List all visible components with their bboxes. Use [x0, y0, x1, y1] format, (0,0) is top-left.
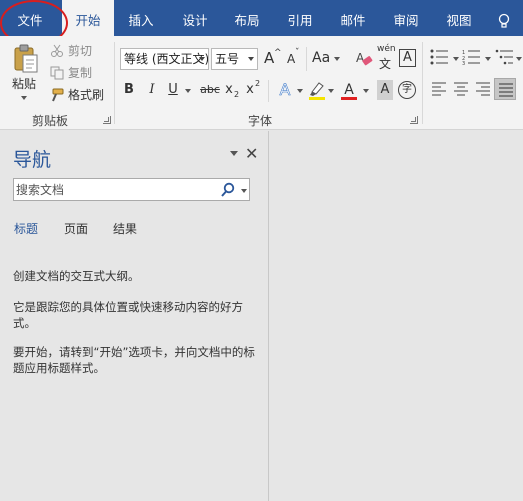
nav-message-outline: 创建文档的交互式大纲。 — [13, 269, 140, 283]
multilevel-list-icon[interactable] — [495, 49, 515, 65]
font-color-swatch — [341, 97, 357, 100]
nav-tab-pages[interactable]: 页面 — [64, 220, 88, 237]
underline-button[interactable]: U — [166, 80, 180, 100]
character-border-button[interactable]: A — [399, 49, 416, 67]
search-input[interactable] — [16, 180, 212, 199]
shrink-font-button[interactable]: A — [287, 51, 295, 67]
chevron-down-icon — [248, 57, 254, 61]
paste-dropdown-icon[interactable] — [21, 96, 27, 100]
tab-insert[interactable]: 插入 — [116, 0, 166, 36]
chevron-down-icon[interactable] — [297, 89, 303, 93]
chevron-down-icon[interactable] — [516, 57, 522, 61]
subscript-mark: 2 — [234, 90, 240, 99]
tab-design[interactable]: 设计 — [170, 0, 220, 36]
tab-review[interactable]: 审阅 — [381, 0, 431, 36]
align-left-icon[interactable] — [431, 82, 447, 96]
search-options-chevron-down-icon[interactable] — [241, 189, 247, 193]
font-name-value: 等线 (西文正文) — [124, 52, 209, 66]
align-center-icon[interactable] — [453, 82, 469, 96]
group-divider — [306, 47, 307, 71]
font-name-select[interactable]: 等线 (西文正文) — [120, 48, 209, 70]
clear-formatting-icon[interactable]: A — [355, 50, 373, 68]
highlighter-icon[interactable] — [308, 80, 326, 100]
font-size-select[interactable]: 五号 — [211, 48, 258, 70]
chevron-down-icon[interactable] — [334, 57, 340, 61]
ribbon-home: 粘贴 剪切 复制 格式刷 剪贴板 等线 (西文正文) 五号 A ^ A ˇ Aa… — [0, 36, 523, 130]
caret-down-icon: ˇ — [295, 48, 300, 58]
bold-button[interactable]: B — [122, 80, 136, 100]
search-icon[interactable] — [220, 182, 236, 198]
tab-references[interactable]: 引用 — [275, 0, 325, 36]
tab-home[interactable]: 开始 — [62, 0, 114, 38]
superscript-button[interactable]: x — [245, 80, 255, 100]
svg-text:3: 3 — [462, 61, 465, 65]
nav-tab-results[interactable]: 结果 — [113, 220, 137, 237]
justify-button[interactable] — [494, 78, 516, 100]
phonetic-guide-pinyin: wén — [377, 44, 396, 54]
navigation-pane: 导航 ✕ 标题 页面 结果 创建文档的交互式大纲。 它是跟踪您的具体位置或快速移… — [0, 131, 269, 501]
pane-options-chevron-down-icon[interactable] — [230, 151, 238, 156]
close-icon[interactable]: ✕ — [245, 144, 258, 163]
justify-icon — [499, 83, 513, 97]
nav-message-tracking: 它是跟踪您的具体位置或快速移动内容的好方式。 — [13, 300, 243, 330]
underline-dropdown-icon[interactable] — [185, 89, 191, 93]
superscript-mark: 2 — [255, 79, 261, 88]
group-divider — [422, 42, 423, 124]
paste-button[interactable]: 粘贴 — [12, 76, 36, 92]
cut-icon — [51, 44, 63, 57]
group-divider — [268, 80, 269, 102]
copy-icon — [50, 66, 64, 80]
caret-up-icon: ^ — [274, 48, 282, 58]
cut-button[interactable]: 剪切 — [68, 43, 92, 59]
tab-mailings[interactable]: 邮件 — [328, 0, 378, 36]
align-right-icon[interactable] — [475, 82, 491, 96]
tab-file[interactable]: 文件 — [0, 0, 60, 36]
subscript-button[interactable]: x — [224, 80, 234, 100]
font-dialog-launcher-icon[interactable] — [410, 116, 418, 124]
change-case-button[interactable]: Aa — [312, 50, 330, 66]
paste-icon[interactable] — [12, 44, 40, 74]
ribbon-tab-bar: 文件 开始 插入 设计 布局 引用 邮件 审阅 视图 — [0, 0, 523, 38]
document-area[interactable] — [270, 131, 523, 501]
chevron-down-icon[interactable] — [485, 57, 491, 61]
chevron-down-icon[interactable] — [453, 57, 459, 61]
phonetic-guide-button[interactable]: 文 — [379, 56, 391, 72]
numbering-icon[interactable]: 123 — [462, 49, 482, 65]
search-box — [13, 178, 250, 201]
nav-tab-headings[interactable]: 标题 — [14, 220, 38, 237]
text-effects-button[interactable]: A — [277, 80, 293, 100]
chevron-down-icon[interactable] — [363, 89, 369, 93]
tab-view[interactable]: 视图 — [434, 0, 484, 36]
font-group-label: 字体 — [248, 114, 273, 128]
clipboard-dialog-launcher-icon[interactable] — [103, 116, 111, 124]
format-painter-button[interactable]: 格式刷 — [68, 87, 104, 103]
strikethrough-button[interactable]: abc — [200, 80, 220, 100]
character-shading-button[interactable]: A — [377, 80, 393, 100]
clipboard-group-label: 剪贴板 — [32, 114, 69, 128]
copy-button[interactable]: 复制 — [68, 65, 92, 81]
chevron-down-icon[interactable] — [328, 89, 334, 93]
font-size-value: 五号 — [215, 52, 240, 66]
enclose-characters-button[interactable]: 字 — [398, 81, 416, 99]
italic-button[interactable]: I — [145, 80, 159, 100]
tell-me-lightbulb-icon[interactable] — [498, 13, 510, 29]
format-painter-icon — [52, 88, 64, 102]
bullets-icon[interactable] — [430, 49, 450, 65]
nav-message-getting-started: 要开始，请转到“开始”选项卡，并向文档中的标题应用标题样式。 — [13, 345, 255, 375]
chevron-down-icon — [199, 57, 205, 61]
navigation-pane-title: 导航 — [13, 149, 52, 171]
tab-layout[interactable]: 布局 — [222, 0, 272, 36]
grow-font-button[interactable]: A — [264, 50, 274, 66]
group-divider — [114, 42, 115, 124]
